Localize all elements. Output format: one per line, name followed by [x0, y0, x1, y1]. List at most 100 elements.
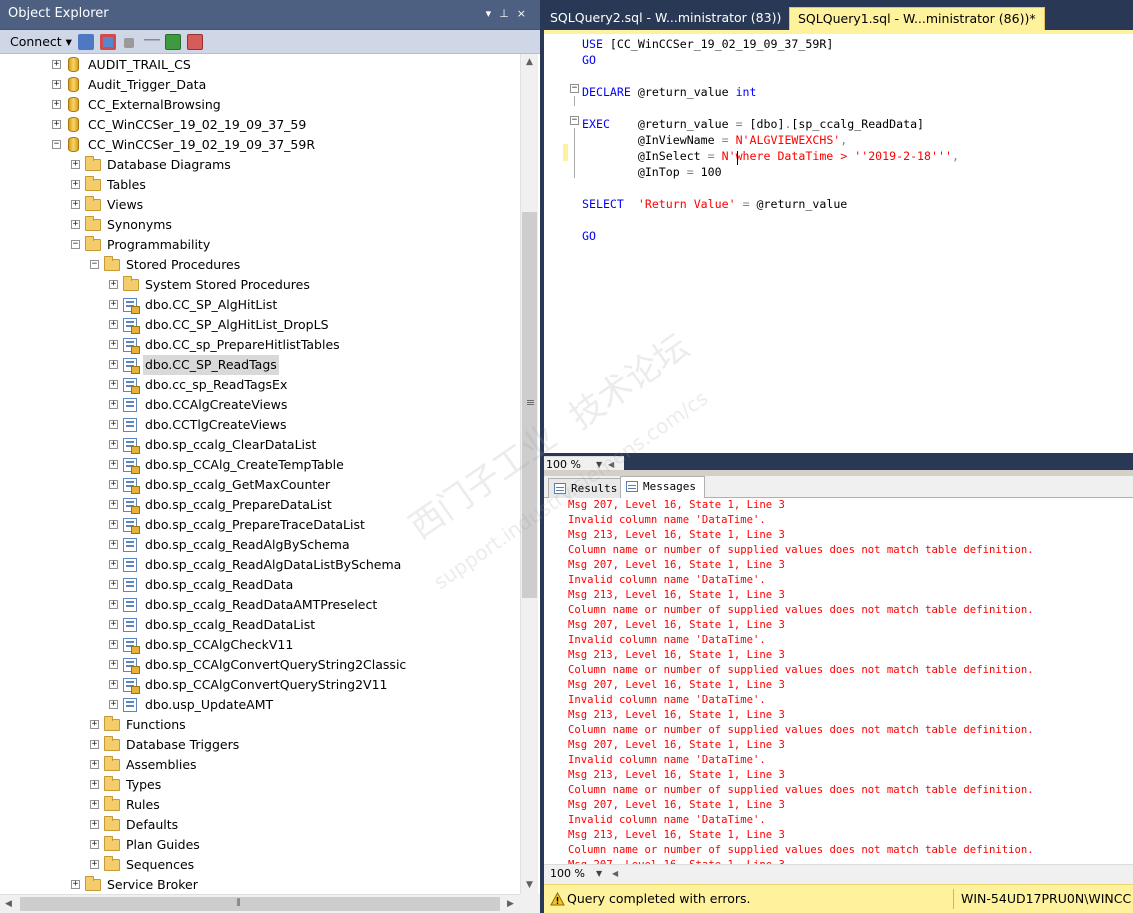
tree-node-label[interactable]: Views	[105, 195, 145, 215]
code-line[interactable]: @InViewName = N'ALGVIEWEXCHS',	[582, 132, 847, 148]
expand-icon[interactable]: +	[109, 280, 118, 289]
refresh-icon[interactable]	[165, 34, 181, 50]
expand-icon[interactable]: +	[109, 500, 118, 509]
tree-node-label[interactable]: CC_WinCCSer_19_02_19_09_37_59	[86, 115, 308, 135]
tree-node-label[interactable]: dbo.CC_SP_AlgHitList_DropLS	[143, 315, 331, 335]
tree-node-label[interactable]: Database Triggers	[124, 735, 241, 755]
tab-sqlquery1[interactable]: SQLQuery1.sql - W...ministrator (86))*	[789, 7, 1045, 30]
tree-node-label[interactable]: dbo.sp_ccalg_GetMaxCounter	[143, 475, 332, 495]
close-icon[interactable]: ×	[517, 7, 534, 20]
code-line[interactable]: @InSelect = N'where DataTime > ''2019-2-…	[582, 148, 959, 164]
expand-icon[interactable]: +	[109, 660, 118, 669]
expand-icon[interactable]: +	[109, 360, 118, 369]
tree-node-label[interactable]: dbo.sp_CCAlg_CreateTempTable	[143, 455, 346, 475]
expand-icon[interactable]: +	[109, 640, 118, 649]
expand-icon[interactable]: +	[52, 120, 61, 129]
tree-node-label[interactable]: Assemblies	[124, 755, 199, 775]
connect-button[interactable]: Connect ▾	[10, 34, 72, 49]
expand-icon[interactable]: +	[71, 180, 80, 189]
scroll-up-icon[interactable]: ▲	[521, 54, 538, 71]
expand-icon[interactable]: +	[52, 100, 61, 109]
expand-icon[interactable]: +	[52, 60, 61, 69]
tree-node-label[interactable]: Defaults	[124, 815, 180, 835]
code-line[interactable]: EXEC @return_value = [dbo].[sp_ccalg_Rea…	[582, 116, 924, 132]
collapse-icon[interactable]: −	[90, 260, 99, 269]
expand-icon[interactable]: +	[109, 520, 118, 529]
scroll-left-icon[interactable]: ◀	[612, 865, 618, 883]
tree-node-label[interactable]: dbo.usp_UpdateAMT	[143, 695, 275, 715]
code-line[interactable]: SELECT 'Return Value' = @return_value	[582, 196, 847, 212]
tree-node-label[interactable]: dbo.cc_sp_ReadTagsEx	[143, 375, 289, 395]
tree-node-label[interactable]: Audit_Trigger_Data	[86, 75, 208, 95]
expand-icon[interactable]: +	[90, 760, 99, 769]
scroll-right-icon[interactable]: ▶	[502, 895, 519, 913]
query-editor[interactable]: USE [CC_WinCCSer_19_02_19_09_37_59R] GO DE…	[544, 30, 1133, 473]
code-line[interactable]: @InTop = 100	[582, 164, 722, 180]
expand-icon[interactable]: +	[90, 800, 99, 809]
horizontal-scrollbar[interactable]: ◀ ⦀ ▶	[0, 894, 520, 913]
tree-node-label[interactable]: Database Diagrams	[105, 155, 233, 175]
disconnect-icon[interactable]	[100, 34, 116, 50]
connect-server-icon[interactable]	[78, 34, 94, 50]
pin-icon[interactable]: ⊥	[499, 7, 517, 20]
tree-node-label[interactable]: dbo.sp_ccalg_ClearDataList	[143, 435, 318, 455]
expand-icon[interactable]: +	[90, 860, 99, 869]
expand-icon[interactable]: +	[109, 440, 118, 449]
expand-icon[interactable]: +	[90, 740, 99, 749]
tree-node-label[interactable]: Service Broker	[105, 875, 200, 894]
tree-node-label[interactable]: Types	[124, 775, 163, 795]
tree-node-label[interactable]: CC_WinCCSer_19_02_19_09_37_59R	[86, 135, 317, 155]
tree-node-label[interactable]: Plan Guides	[124, 835, 202, 855]
panel-dropdown-icon[interactable]: ▾	[486, 7, 500, 20]
collapse-icon[interactable]: −	[71, 240, 80, 249]
tree-node-label[interactable]: System Stored Procedures	[143, 275, 312, 295]
filter-icon[interactable]	[144, 34, 160, 50]
expand-icon[interactable]: +	[109, 700, 118, 709]
tree-node-label[interactable]: dbo.sp_CCAlgConvertQueryString2V11	[143, 675, 390, 695]
tree-node-label[interactable]: dbo.CC_SP_AlgHitList	[143, 295, 279, 315]
tree-node-label[interactable]: dbo.sp_ccalg_ReadAlgDataListBySchema	[143, 555, 403, 575]
collapse-icon[interactable]: −	[52, 140, 61, 149]
expand-icon[interactable]: +	[109, 320, 118, 329]
tree-node-label[interactable]: dbo.sp_ccalg_ReadDataList	[143, 615, 317, 635]
code-line[interactable]: GO	[582, 52, 596, 68]
chevron-down-icon[interactable]: ▼	[596, 865, 602, 883]
collapse-icon[interactable]: −	[570, 84, 579, 93]
expand-icon[interactable]: +	[109, 340, 118, 349]
messages-pane[interactable]: Msg 207, Level 16, State 1, Line 3 Invali…	[544, 498, 1133, 864]
horizontal-scrollbar-thumb[interactable]	[20, 897, 500, 911]
expand-icon[interactable]: +	[109, 620, 118, 629]
tree-node-label[interactable]: dbo.sp_CCAlgCheckV11	[143, 635, 295, 655]
activity-monitor-icon[interactable]	[187, 34, 203, 50]
expand-icon[interactable]: +	[71, 880, 80, 889]
code-line[interactable]: GO	[582, 228, 596, 244]
tree-node-label[interactable]: Synonyms	[105, 215, 174, 235]
expand-icon[interactable]: +	[109, 380, 118, 389]
tree-node-label[interactable]: dbo.sp_ccalg_ReadDataAMTPreselect	[143, 595, 379, 615]
expand-icon[interactable]: +	[90, 780, 99, 789]
expand-icon[interactable]: +	[52, 80, 61, 89]
tree-node-label[interactable]: AUDIT_TRAIL_CS	[86, 55, 193, 75]
expand-icon[interactable]: +	[71, 200, 80, 209]
tree-node-label[interactable]: Sequences	[124, 855, 196, 875]
expand-icon[interactable]: +	[90, 720, 99, 729]
vertical-scrollbar[interactable]: ▲ ≡ ▼	[520, 54, 538, 894]
collapse-icon[interactable]: −	[570, 116, 579, 125]
stop-icon[interactable]	[124, 38, 134, 48]
expand-icon[interactable]: +	[109, 300, 118, 309]
expand-icon[interactable]: +	[109, 400, 118, 409]
tree-node-label[interactable]: dbo.CCAlgCreateViews	[143, 395, 289, 415]
expand-icon[interactable]: +	[109, 580, 118, 589]
tab-sqlquery2[interactable]: SQLQuery2.sql - W...ministrator (83))	[542, 7, 789, 30]
tree-node-label[interactable]: Functions	[124, 715, 188, 735]
tab-results[interactable]: Results	[548, 478, 627, 498]
code-line[interactable]: USE [CC_WinCCSer_19_02_19_09_37_59R]	[582, 36, 833, 52]
tree-node-label[interactable]: dbo.sp_CCAlgConvertQueryString2Classic	[143, 655, 408, 675]
tree-node-label[interactable]: Stored Procedures	[124, 255, 242, 275]
expand-icon[interactable]: +	[109, 480, 118, 489]
tree-node-label[interactable]: dbo.CCTlgCreateViews	[143, 415, 288, 435]
expand-icon[interactable]: +	[71, 160, 80, 169]
expand-icon[interactable]: +	[109, 680, 118, 689]
expand-icon[interactable]: +	[90, 840, 99, 849]
code-line[interactable]: DECLARE @return_value int	[582, 84, 757, 100]
